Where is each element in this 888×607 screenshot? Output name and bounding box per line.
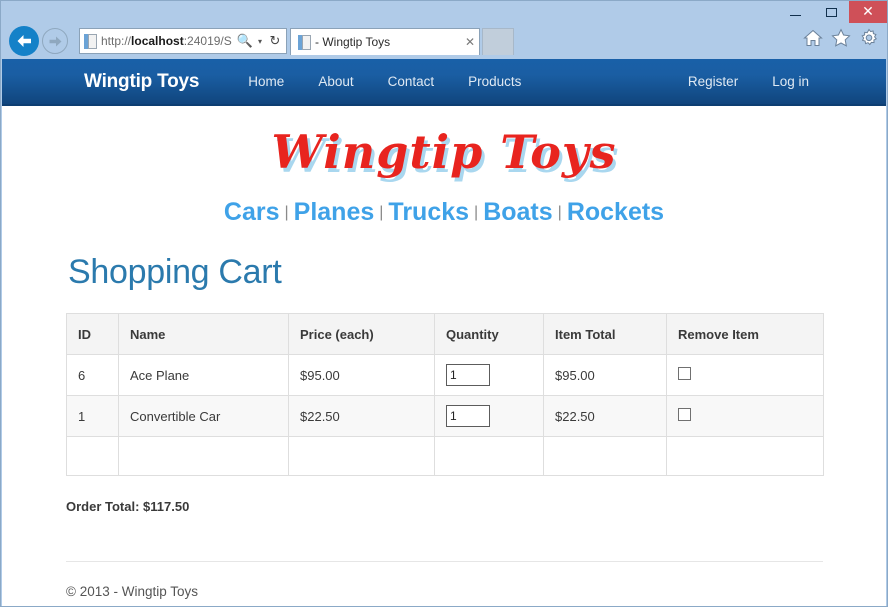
category-separator: | (282, 204, 292, 221)
cell-price: $22.50 (289, 396, 435, 437)
refresh-icon[interactable]: ↻ (266, 34, 284, 49)
title-bar: ✕ (1, 1, 887, 23)
cell-item-total (544, 437, 667, 476)
back-arrow-icon (15, 33, 33, 49)
footer-copyright: © 2013 - Wingtip Toys (66, 584, 822, 599)
category-separator: | (376, 204, 386, 221)
navbar-user-menu: Register Log in (671, 74, 826, 89)
site-navbar: Wingtip Toys Home About Contact Products… (2, 59, 886, 106)
cell-name (119, 437, 289, 476)
column-header-remove-item: Remove Item (667, 314, 824, 355)
nav-item-products[interactable]: Products (451, 74, 538, 89)
navbar-main-menu: Home About Contact Products (231, 74, 538, 89)
cell-item-total: $22.50 (544, 396, 667, 437)
category-link-planes[interactable]: Planes (292, 198, 377, 226)
tab-favicon (298, 35, 311, 50)
category-link-trucks[interactable]: Trucks (386, 198, 471, 226)
quantity-input[interactable] (446, 405, 490, 427)
tab-strip: - Wingtip Toys ✕ (290, 28, 530, 55)
page-content: Wingtip Toys Cars|Planes|Trucks|Boats|Ro… (2, 128, 886, 599)
page-document-icon (84, 34, 97, 49)
table-header-row: ID Name Price (each) Quantity Item Total… (67, 314, 824, 355)
tab-close-icon[interactable]: ✕ (461, 35, 479, 49)
nav-item-home[interactable]: Home (231, 74, 301, 89)
column-header-name: Name (119, 314, 289, 355)
order-total: Order Total: $117.50 (66, 499, 822, 514)
remove-item-checkbox[interactable] (678, 367, 691, 380)
cell-name: Convertible Car (119, 396, 289, 437)
table-row: 1 Convertible Car $22.50 $22.50 (67, 396, 824, 437)
column-header-quantity: Quantity (435, 314, 544, 355)
cell-id: 6 (67, 355, 119, 396)
cell-quantity (435, 355, 544, 396)
maximize-icon (826, 8, 837, 17)
nav-item-login[interactable]: Log in (755, 74, 826, 89)
page-title: Shopping Cart (68, 253, 822, 292)
cell-remove-item (667, 396, 824, 437)
table-body: 6 Ace Plane $95.00 $95.00 1 Converti (67, 355, 824, 476)
cell-id: 1 (67, 396, 119, 437)
category-separator: | (555, 204, 565, 221)
address-bar[interactable]: http://localhost:24019/S 🔍 ▾ ↻ (79, 28, 287, 54)
quantity-input[interactable] (446, 364, 490, 386)
category-link-boats[interactable]: Boats (481, 198, 554, 226)
back-button[interactable] (9, 26, 39, 56)
column-header-id: ID (67, 314, 119, 355)
cell-price: $95.00 (289, 355, 435, 396)
cell-remove-item (667, 355, 824, 396)
nav-item-register[interactable]: Register (671, 74, 755, 89)
cell-quantity (435, 396, 544, 437)
remove-item-checkbox[interactable] (678, 408, 691, 421)
url-text: http://localhost:24019/S (101, 34, 236, 48)
home-icon[interactable] (803, 28, 823, 48)
column-header-price: Price (each) (289, 314, 435, 355)
shopping-cart-table: ID Name Price (each) Quantity Item Total… (66, 313, 824, 476)
search-icon[interactable]: 🔍 (236, 34, 254, 49)
browser-tab[interactable]: - Wingtip Toys ✕ (290, 28, 480, 55)
forward-arrow-icon (48, 35, 63, 48)
table-row: 6 Ace Plane $95.00 $95.00 (67, 355, 824, 396)
star-icon[interactable] (831, 28, 851, 48)
category-link-rockets[interactable]: Rockets (565, 198, 666, 226)
browser-window: ✕ http://localhost:24019/S 🔍 ▾ ↻ (0, 0, 888, 607)
cell-quantity (435, 437, 544, 476)
table-row (67, 437, 824, 476)
maximize-button[interactable] (813, 1, 849, 23)
category-links: Cars|Planes|Trucks|Boats|Rockets (66, 198, 822, 227)
page-viewport: Wingtip Toys Home About Contact Products… (2, 59, 886, 606)
nav-item-contact[interactable]: Contact (371, 74, 452, 89)
table-head: ID Name Price (each) Quantity Item Total… (67, 314, 824, 355)
browser-icon-group (803, 28, 879, 48)
close-button[interactable]: ✕ (849, 1, 887, 23)
browser-toolbar: http://localhost:24019/S 🔍 ▾ ↻ - Wingtip… (1, 23, 887, 59)
cell-price (289, 437, 435, 476)
close-icon: ✕ (862, 5, 874, 19)
footer-divider (66, 561, 823, 562)
cell-item-total: $95.00 (544, 355, 667, 396)
cell-name: Ace Plane (119, 355, 289, 396)
tab-title: - Wingtip Toys (315, 35, 461, 49)
category-link-cars[interactable]: Cars (222, 198, 282, 226)
new-tab-button[interactable] (482, 28, 514, 55)
category-separator: | (471, 204, 481, 221)
minimize-icon (790, 15, 801, 16)
site-logo: Wingtip Toys (66, 128, 822, 176)
navbar-brand[interactable]: Wingtip Toys (84, 71, 199, 93)
cell-remove-item (667, 437, 824, 476)
minimize-button[interactable] (777, 1, 813, 23)
forward-button[interactable] (42, 28, 68, 54)
nav-item-about[interactable]: About (301, 74, 370, 89)
gear-icon[interactable] (859, 28, 879, 48)
column-header-item-total: Item Total (544, 314, 667, 355)
cell-id (67, 437, 119, 476)
chevron-down-icon[interactable]: ▾ (254, 37, 266, 46)
